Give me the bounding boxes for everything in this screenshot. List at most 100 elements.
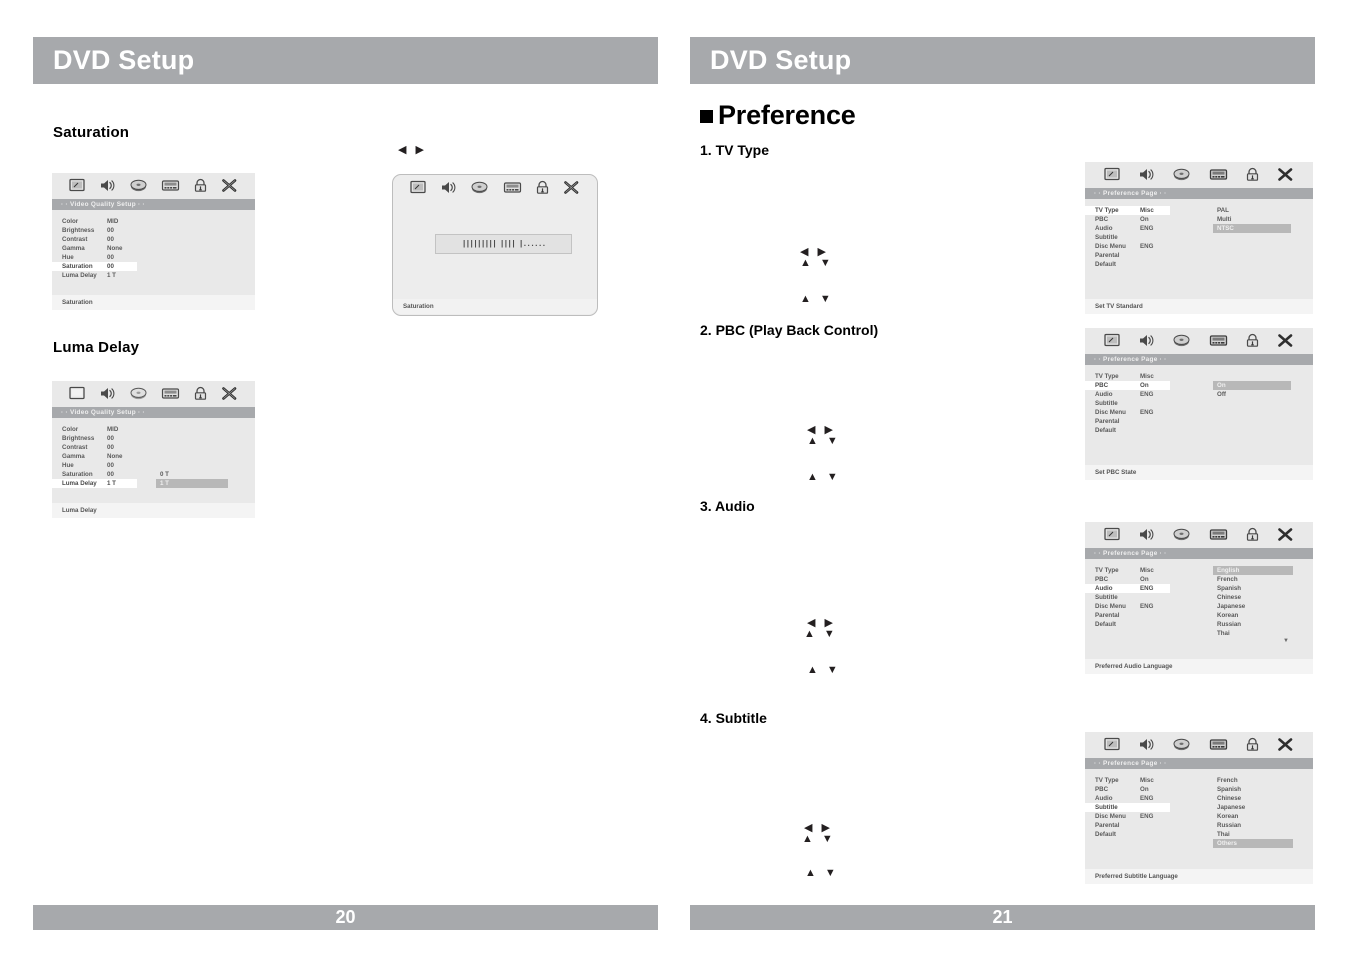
- osd-saturation-slider-screen[interactable]: ||||||||| |||| |...... Saturation: [392, 174, 598, 316]
- submenu-item[interactable]: Thai: [1213, 629, 1293, 638]
- submenu-item-selected[interactable]: Others: [1213, 839, 1293, 848]
- exit-icon[interactable]: [1277, 527, 1294, 544]
- tv-icon[interactable]: [68, 386, 86, 403]
- preference-icon[interactable]: [1209, 167, 1228, 184]
- submenu-item[interactable]: French: [1213, 776, 1293, 785]
- submenu-item[interactable]: Japanese: [1213, 803, 1293, 812]
- submenu-item[interactable]: Multi: [1213, 215, 1291, 224]
- osd-preference-audio[interactable]: · · Preference Page · · TV Type Misc PBC…: [1085, 522, 1313, 674]
- lock-icon[interactable]: [1245, 167, 1260, 184]
- exit-icon[interactable]: [563, 180, 580, 197]
- osd-row[interactable]: Disc Menu ENG: [1085, 408, 1313, 417]
- osd-row[interactable]: Subtitle: [1085, 233, 1313, 242]
- osd-row[interactable]: Hue 00: [52, 253, 255, 262]
- submenu-item[interactable]: Spanish: [1213, 785, 1293, 794]
- lock-icon[interactable]: [193, 178, 208, 195]
- disc-icon[interactable]: [129, 178, 148, 195]
- disc-icon[interactable]: [470, 180, 489, 197]
- osd-row[interactable]: Color MID: [52, 217, 255, 226]
- osd-row[interactable]: TV Type Misc: [1085, 372, 1313, 381]
- submenu-item-selected[interactable]: NTSC: [1213, 224, 1291, 233]
- preference-icon[interactable]: [1209, 333, 1228, 350]
- tv-icon[interactable]: [410, 180, 427, 197]
- lock-icon[interactable]: [193, 386, 208, 403]
- osd-row[interactable]: Brightness 00: [52, 434, 255, 443]
- osd-row[interactable]: Contrast 00: [52, 443, 255, 452]
- osd-row[interactable]: Disc Menu ENG: [1085, 242, 1313, 251]
- osd-row-selected[interactable]: Saturation 00: [52, 262, 255, 271]
- osd-row[interactable]: Luma Delay 1 T: [52, 271, 255, 280]
- osd-submenu-audio-language[interactable]: English French Spanish Chinese Japanese …: [1213, 566, 1293, 644]
- preference-icon[interactable]: [161, 386, 180, 403]
- exit-icon[interactable]: [221, 386, 238, 403]
- osd-video-quality-luma-delay[interactable]: · · Video Quality Setup · · Color MID Br…: [52, 381, 255, 518]
- submenu-item[interactable]: 0 T: [156, 470, 228, 479]
- osd-row[interactable]: Default: [1085, 260, 1313, 269]
- submenu-item-selected[interactable]: English: [1213, 566, 1293, 575]
- disc-icon[interactable]: [1172, 527, 1191, 544]
- exit-icon[interactable]: [1277, 737, 1294, 754]
- submenu-item[interactable]: Japanese: [1213, 602, 1293, 611]
- lock-icon[interactable]: [1245, 737, 1260, 754]
- speaker-icon[interactable]: [1138, 527, 1155, 544]
- submenu-item[interactable]: French: [1213, 575, 1293, 584]
- submenu-item[interactable]: Chinese: [1213, 593, 1293, 602]
- preference-icon[interactable]: [503, 180, 522, 197]
- submenu-item-selected[interactable]: 1 T: [156, 479, 228, 488]
- disc-icon[interactable]: [1172, 167, 1191, 184]
- speaker-icon[interactable]: [1138, 737, 1155, 754]
- preference-icon[interactable]: [1209, 527, 1228, 544]
- submenu-item[interactable]: PAL: [1213, 206, 1291, 215]
- speaker-icon[interactable]: [1138, 333, 1155, 350]
- osd-preference-subtitle[interactable]: · · Preference Page · · TV Type Misc PBC…: [1085, 732, 1313, 884]
- speaker-icon[interactable]: [99, 386, 116, 403]
- speaker-icon[interactable]: [440, 180, 457, 197]
- submenu-item[interactable]: Spanish: [1213, 584, 1293, 593]
- submenu-item[interactable]: Thai: [1213, 830, 1293, 839]
- lock-icon[interactable]: [1245, 333, 1260, 350]
- speaker-icon[interactable]: [99, 178, 116, 195]
- exit-icon[interactable]: [1277, 333, 1294, 350]
- exit-icon[interactable]: [221, 178, 238, 195]
- submenu-item-selected[interactable]: On: [1213, 381, 1291, 390]
- osd-row[interactable]: Gamma None: [52, 244, 255, 253]
- lock-icon[interactable]: [535, 180, 550, 197]
- osd-row[interactable]: Hue 00: [52, 461, 255, 470]
- osd-preference-pbc[interactable]: · · Preference Page · · TV Type Misc PBC…: [1085, 328, 1313, 480]
- tv-icon[interactable]: [1104, 333, 1121, 350]
- tv-icon[interactable]: [1104, 527, 1121, 544]
- submenu-item[interactable]: Chinese: [1213, 794, 1293, 803]
- disc-icon[interactable]: [1172, 333, 1191, 350]
- osd-row[interactable]: Default: [1085, 426, 1313, 435]
- osd-row[interactable]: Subtitle: [1085, 399, 1313, 408]
- osd-video-quality-saturation[interactable]: · · Video Quality Setup · · Color MID Br…: [52, 173, 255, 310]
- saturation-slider[interactable]: ||||||||| |||| |......: [435, 234, 572, 254]
- osd-submenu-pbc[interactable]: On Off: [1213, 381, 1291, 399]
- disc-icon[interactable]: [1172, 737, 1191, 754]
- osd-submenu-tv-type[interactable]: PAL Multi NTSC: [1213, 206, 1291, 233]
- submenu-item[interactable]: Korean: [1213, 812, 1293, 821]
- osd-row[interactable]: Contrast 00: [52, 235, 255, 244]
- osd-preference-tv-type[interactable]: · · Preference Page · · TV Type Misc PBC…: [1085, 162, 1313, 314]
- osd-row[interactable]: Gamma None: [52, 452, 255, 461]
- tv-icon[interactable]: [1104, 737, 1121, 754]
- osd-row[interactable]: Parental: [1085, 417, 1313, 426]
- submenu-item[interactable]: Russian: [1213, 620, 1293, 629]
- disc-icon[interactable]: [129, 386, 148, 403]
- submenu-item[interactable]: Russian: [1213, 821, 1293, 830]
- tv-icon[interactable]: [68, 178, 86, 195]
- lock-icon[interactable]: [1245, 527, 1260, 544]
- submenu-item[interactable]: Off: [1213, 390, 1291, 399]
- osd-submenu-luma-delay[interactable]: 0 T 1 T: [156, 470, 228, 488]
- speaker-icon[interactable]: [1138, 167, 1155, 184]
- osd-row[interactable]: Color MID: [52, 425, 255, 434]
- submenu-item[interactable]: Korean: [1213, 611, 1293, 620]
- osd-submenu-subtitle-language[interactable]: French Spanish Chinese Japanese Korean R…: [1213, 776, 1293, 848]
- scroll-down-indicator-icon[interactable]: ▼: [1213, 638, 1293, 644]
- exit-icon[interactable]: [1277, 167, 1294, 184]
- osd-row[interactable]: Brightness 00: [52, 226, 255, 235]
- preference-icon[interactable]: [1209, 737, 1228, 754]
- tv-icon[interactable]: [1104, 167, 1121, 184]
- osd-row[interactable]: Parental: [1085, 251, 1313, 260]
- preference-icon[interactable]: [161, 178, 180, 195]
